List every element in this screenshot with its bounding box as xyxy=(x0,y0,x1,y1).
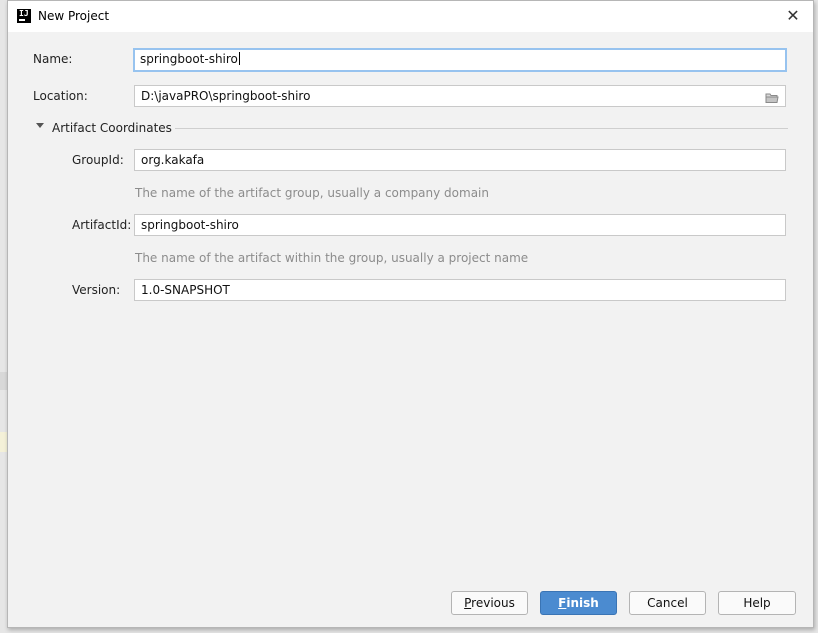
name-input-value: springboot-shiro xyxy=(140,52,238,66)
artifactid-input[interactable]: springboot-shiro xyxy=(134,214,786,236)
groupid-input[interactable]: org.kakafa xyxy=(134,149,786,171)
artifactid-hint: The name of the artifact within the grou… xyxy=(135,251,529,265)
text-caret xyxy=(238,52,240,65)
help-button[interactable]: Help xyxy=(718,591,796,615)
artifact-coordinates-header[interactable]: Artifact Coordinates xyxy=(52,121,172,135)
location-input-value: D:\javaPRO\springboot-shiro xyxy=(141,89,311,103)
groupid-hint: The name of the artifact group, usually … xyxy=(135,186,489,200)
finish-button[interactable]: Finish xyxy=(540,591,617,615)
groupid-label: GroupId: xyxy=(72,153,124,167)
section-divider xyxy=(175,128,788,129)
folder-icon[interactable] xyxy=(765,90,779,103)
new-project-dialog: IJ New Project ✕ Name: springboot-shiro … xyxy=(7,0,814,628)
previous-label: revious xyxy=(471,596,515,610)
name-label: Name: xyxy=(33,52,73,66)
intellij-app-icon: IJ xyxy=(17,9,31,23)
previous-button[interactable]: Previous xyxy=(451,591,528,615)
groupid-input-value: org.kakafa xyxy=(141,153,205,167)
location-label: Location: xyxy=(33,89,88,103)
name-input[interactable]: springboot-shiro xyxy=(133,48,787,72)
window-title: New Project xyxy=(38,9,110,23)
version-input[interactable]: 1.0-SNAPSHOT xyxy=(134,279,786,301)
location-input[interactable]: D:\javaPRO\springboot-shiro xyxy=(134,85,786,107)
finish-label: inish xyxy=(566,596,599,610)
version-label: Version: xyxy=(72,283,121,297)
cancel-button[interactable]: Cancel xyxy=(629,591,706,615)
artifactid-label: ArtifactId: xyxy=(72,218,132,232)
close-icon[interactable]: ✕ xyxy=(783,6,803,26)
triangle-down-icon[interactable] xyxy=(36,123,44,128)
version-input-value: 1.0-SNAPSHOT xyxy=(141,283,230,297)
title-bar: IJ New Project ✕ xyxy=(8,1,813,32)
artifactid-input-value: springboot-shiro xyxy=(141,218,239,232)
